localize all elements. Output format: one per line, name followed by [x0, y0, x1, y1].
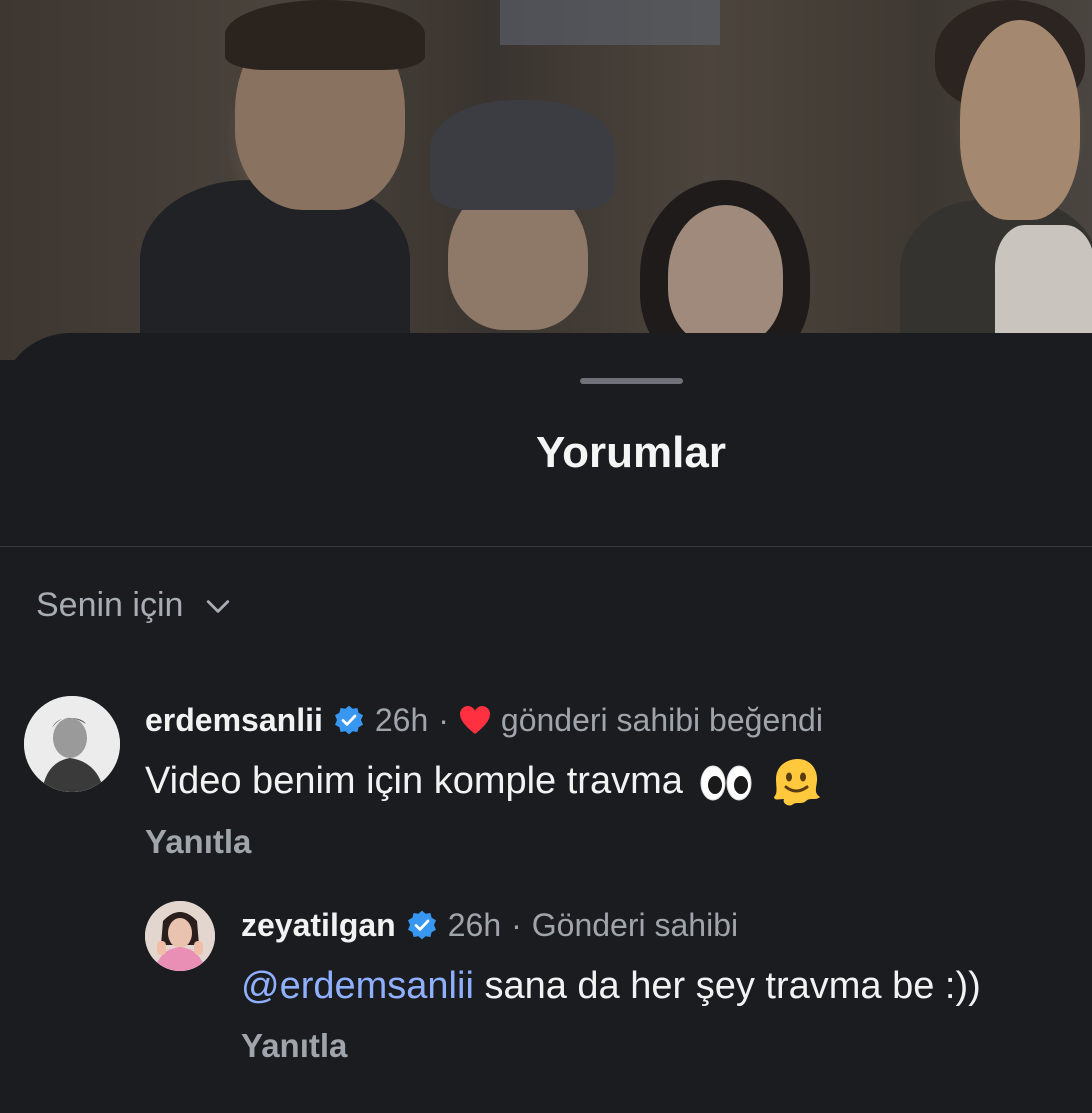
comment-time: 26h	[374, 702, 429, 738]
sheet-grabber[interactable]	[580, 378, 683, 384]
reply-text: @erdemsanlii sana da her şey travma be :…	[241, 959, 1092, 1013]
heart-icon	[459, 706, 490, 734]
verified-badge-icon	[334, 705, 363, 735]
avatar-image	[145, 901, 215, 971]
author-label: Gönderi sahibi	[531, 907, 739, 943]
avatar[interactable]	[24, 696, 120, 792]
divider	[0, 546, 1092, 547]
eyes-emoji-icon	[700, 765, 752, 801]
reply-username[interactable]: zeyatilgan	[241, 903, 396, 947]
reply-button[interactable]: Yanıtla	[145, 823, 1065, 861]
person-figure	[225, 0, 425, 70]
sort-label: Senin için	[36, 586, 184, 624]
separator-dot: ·	[438, 702, 449, 738]
reply-time: 26h	[447, 907, 502, 943]
verified-badge-icon	[407, 910, 436, 940]
sheet-title: Yorumlar	[536, 428, 726, 477]
melting-face-emoji-icon	[774, 758, 821, 806]
person-figure	[668, 205, 783, 345]
comment-text: Video benim için komple travma	[145, 754, 1065, 809]
reply-body: sana da her şey travma be :))	[484, 965, 981, 1007]
person-figure	[960, 20, 1080, 220]
video-background	[0, 0, 1092, 360]
separator-dot: ·	[511, 907, 522, 943]
avatar[interactable]	[145, 901, 215, 971]
person-figure	[430, 100, 615, 210]
sort-dropdown[interactable]: Senin için	[36, 586, 231, 625]
comment-username[interactable]: erdemsanlii	[145, 698, 323, 742]
background-skylight	[500, 0, 720, 45]
avatar-image	[24, 696, 120, 792]
reply-button[interactable]: Yanıtla	[241, 1027, 1092, 1065]
chevron-down-icon	[207, 599, 230, 613]
liked-by-author-label: gönderi sahibi beğendi	[500, 702, 823, 738]
comment-body: Video benim için komple travma	[145, 760, 683, 802]
mention-link[interactable]: @erdemsanlii	[241, 965, 474, 1007]
